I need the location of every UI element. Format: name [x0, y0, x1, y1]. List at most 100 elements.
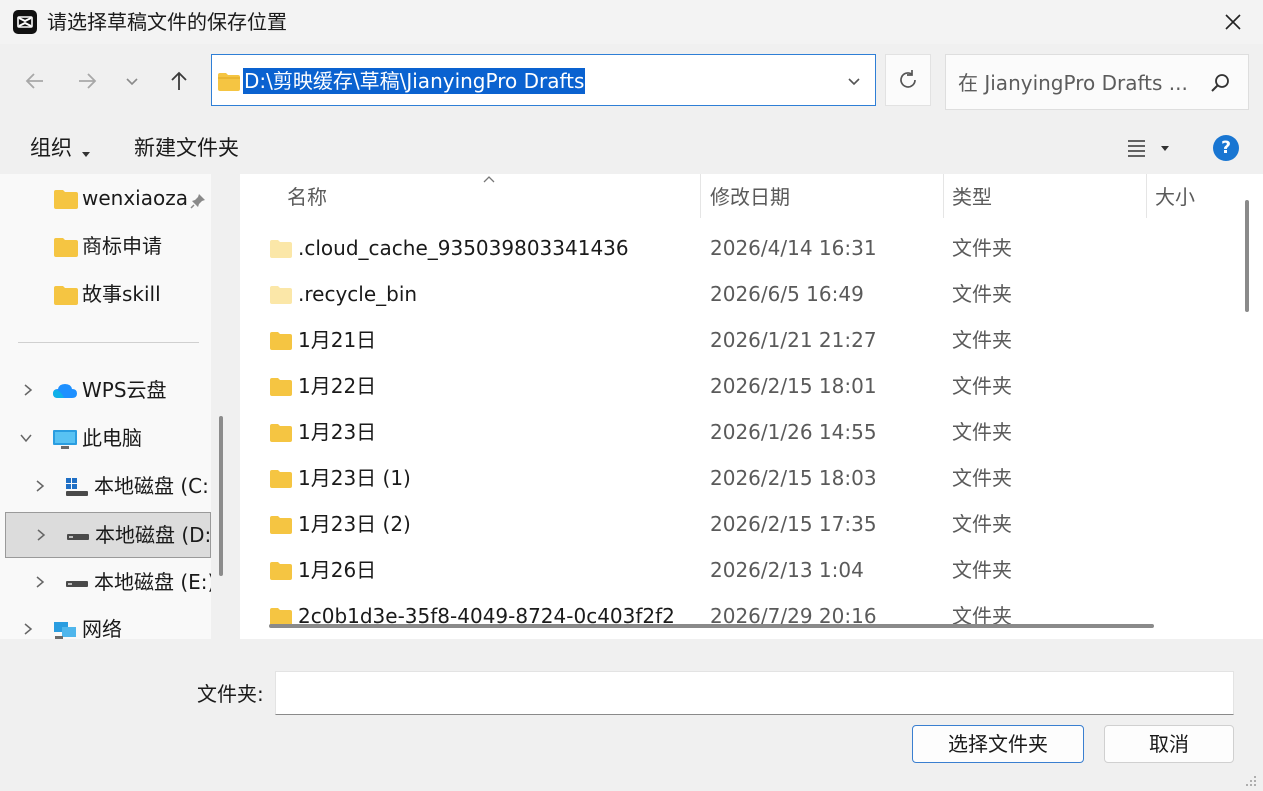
table-row[interactable]: .recycle_bin 2026/6/5 16:49 文件夹: [240, 272, 1235, 318]
view-options-button[interactable]: [1126, 136, 1174, 160]
nav-item-wenxiaoza[interactable]: wenxiaoza: [0, 176, 211, 222]
nav-item-label: 本地磁盘 (E:): [94, 570, 211, 594]
nav-item-story-skill[interactable]: 故事skill: [0, 272, 211, 318]
horizontal-scrollbar[interactable]: [269, 624, 1154, 628]
nav-item-label: 本地磁盘 (D:: [95, 523, 211, 547]
column-header-name[interactable]: 名称: [287, 184, 327, 210]
table-row[interactable]: 1月26日 2026/2/13 1:04 文件夹: [240, 548, 1235, 594]
capcut-app-icon: [13, 10, 37, 34]
help-button[interactable]: ?: [1213, 135, 1239, 161]
file-type: 文件夹: [952, 374, 1012, 398]
file-modified: 2026/2/15 18:01: [710, 374, 877, 398]
new-folder-button[interactable]: 新建文件夹: [134, 134, 239, 162]
column-header-size[interactable]: 大小: [1155, 184, 1195, 210]
file-name: 1月23日 (2): [298, 512, 411, 536]
file-name: 1月23日 (1): [298, 466, 411, 490]
up-button[interactable]: [164, 66, 194, 96]
column-divider[interactable]: [1146, 174, 1147, 218]
search-placeholder: 在 JianyingPro Drafts ...: [958, 71, 1188, 95]
address-path[interactable]: D:\剪映缓存\草稿\JianyingPro Drafts: [243, 68, 586, 94]
file-modified: 2026/1/21 21:27: [710, 328, 877, 352]
nav-item-this-pc[interactable]: 此电脑: [0, 416, 211, 462]
file-type: 文件夹: [952, 558, 1012, 582]
table-row[interactable]: .cloud_cache_935039803341436 2026/4/14 1…: [240, 226, 1235, 272]
file-modified: 2026/4/14 16:31: [710, 236, 877, 260]
forward-button[interactable]: [72, 66, 102, 96]
title-bar: 请选择草稿文件的保存位置: [0, 0, 1263, 44]
table-row[interactable]: 1月23日 (2) 2026/2/15 17:35 文件夹: [240, 502, 1235, 548]
column-header-modified[interactable]: 修改日期: [710, 184, 790, 210]
back-button[interactable]: [20, 66, 50, 96]
chevron-down-icon: [848, 78, 860, 86]
select-folder-button[interactable]: 选择文件夹: [912, 725, 1084, 763]
search-icon[interactable]: [1208, 71, 1232, 95]
chevron-down-icon[interactable]: [19, 430, 33, 446]
nav-item-trademark[interactable]: 商标申请: [0, 224, 211, 270]
table-row[interactable]: 1月23日 (1) 2026/2/15 18:03 文件夹: [240, 456, 1235, 502]
arrow-up-icon: [171, 71, 187, 90]
folder-icon: [54, 238, 78, 257]
table-row[interactable]: 2c0b1d3e-35f8-4049-8724-0c403f2f2 2026/7…: [240, 594, 1235, 639]
column-divider[interactable]: [943, 174, 944, 218]
nav-divider: [18, 342, 199, 343]
address-bar[interactable]: D:\剪映缓存\草稿\JianyingPro Drafts: [211, 54, 876, 106]
vertical-scrollbar-track: [1235, 174, 1263, 639]
column-header-type[interactable]: 类型: [952, 184, 992, 210]
nav-scrollbar[interactable]: [219, 416, 223, 576]
nav-item-drive-c[interactable]: 本地磁盘 (C:: [0, 464, 211, 510]
drive-c-icon: [66, 478, 88, 496]
folder-icon: [54, 286, 78, 305]
file-name: 1月23日: [298, 420, 377, 444]
nav-item-network[interactable]: 网络: [0, 607, 211, 639]
file-type: 文件夹: [952, 236, 1012, 260]
nav-item-label: 此电脑: [82, 426, 142, 450]
table-row[interactable]: 1月21日 2026/1/21 21:27 文件夹: [240, 318, 1235, 364]
file-modified: 2026/6/5 16:49: [710, 282, 864, 306]
navigation-pane: wenxiaoza 商标申请 故事skill WPS云盘 此电脑 本地磁盘 (C…: [0, 174, 211, 639]
organize-menu[interactable]: 组织: [30, 134, 72, 162]
pin-icon: [190, 194, 205, 209]
file-type: 文件夹: [952, 512, 1012, 536]
nav-item-label: 故事skill: [82, 282, 161, 306]
hidden-folder-icon: [270, 286, 292, 304]
nav-item-wps-cloud[interactable]: WPS云盘: [0, 368, 211, 414]
recent-locations-button[interactable]: [117, 66, 147, 96]
network-icon: [54, 622, 76, 639]
table-row[interactable]: 1月23日 2026/1/26 14:55 文件夹: [240, 410, 1235, 456]
file-modified: 2026/2/15 17:35: [710, 512, 877, 536]
nav-item-label: wenxiaoza: [82, 186, 188, 210]
refresh-button[interactable]: [885, 54, 931, 106]
drive-icon: [66, 581, 88, 587]
question-mark-icon: ?: [1221, 138, 1231, 158]
folder-icon: [270, 332, 292, 350]
chevron-right-icon[interactable]: [33, 478, 47, 494]
chevron-right-icon[interactable]: [33, 574, 47, 590]
chevron-right-icon[interactable]: [21, 621, 35, 637]
nav-item-label: 网络: [82, 617, 122, 639]
window-title: 请选择草稿文件的保存位置: [47, 10, 287, 34]
folder-icon: [270, 470, 292, 488]
file-type: 文件夹: [952, 466, 1012, 490]
search-input[interactable]: 在 JianyingPro Drafts ...: [945, 54, 1249, 110]
arrow-right-icon: [79, 73, 97, 89]
vertical-scrollbar[interactable]: [1245, 200, 1249, 312]
file-type: 文件夹: [952, 420, 1012, 444]
file-modified: 2026/1/26 14:55: [710, 420, 877, 444]
file-name: .recycle_bin: [298, 282, 418, 306]
nav-item-label: 商标申请: [82, 234, 162, 258]
folder-icon: [270, 562, 292, 580]
folder-name-input[interactable]: [275, 671, 1234, 715]
file-type: 文件夹: [952, 282, 1012, 306]
nav-item-drive-e[interactable]: 本地磁盘 (E:): [0, 560, 211, 606]
arrow-left-icon: [25, 73, 43, 89]
address-dropdown-button[interactable]: [844, 71, 864, 91]
table-row[interactable]: 1月22日 2026/2/15 18:01 文件夹: [240, 364, 1235, 410]
close-button[interactable]: [1218, 7, 1248, 37]
cancel-button[interactable]: 取消: [1104, 725, 1234, 763]
chevron-right-icon[interactable]: [21, 382, 35, 398]
chevron-right-icon[interactable]: [34, 527, 48, 543]
resize-grip-icon[interactable]: [1243, 773, 1257, 787]
nav-item-drive-d[interactable]: 本地磁盘 (D:: [5, 512, 211, 558]
nav-item-label: 本地磁盘 (C:: [94, 474, 209, 498]
column-divider[interactable]: [700, 174, 701, 218]
